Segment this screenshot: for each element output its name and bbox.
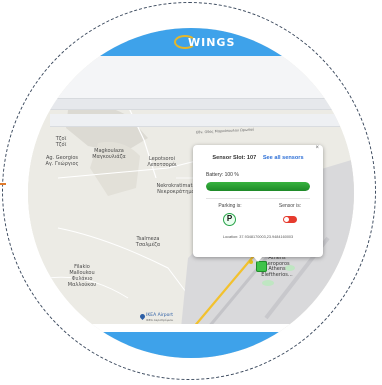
popup-header: Sensor Slot: 107 See all sensors xyxy=(193,155,323,161)
ikea-subtitle: IKEA Αεροδρόμιου xyxy=(146,318,174,322)
brand-name: WINGS xyxy=(188,36,236,49)
see-all-sensors-link[interactable]: See all sensors xyxy=(263,155,304,161)
parking-available-icon: P xyxy=(223,213,236,226)
popup-divider xyxy=(206,198,310,199)
popup-pointer xyxy=(253,256,263,262)
battery-label: Battery: 100 % xyxy=(206,172,239,178)
sensor-marker-icon[interactable] xyxy=(256,261,267,272)
place-label-tzoi: Τζοϊ Τζόϊ xyxy=(55,136,67,148)
battery-bar-fill xyxy=(206,182,310,191)
toolbar-area xyxy=(28,56,354,127)
brand-logo: WINGS xyxy=(174,35,244,53)
sensor-slot-title: Sensor Slot: 107 xyxy=(212,155,257,161)
ring-accent-tick xyxy=(0,183,6,185)
toolbar-bar xyxy=(50,98,340,110)
app-header: WINGS xyxy=(28,28,354,56)
place-label-agios-georgios: Ag. Georgios Αγ. Γεώργιος xyxy=(45,155,79,167)
toggle-knob xyxy=(284,217,289,222)
place-label-magkoulaza: Magkoulaza Μαγκουλιάζα xyxy=(92,148,126,160)
close-icon[interactable]: × xyxy=(315,145,319,151)
app-footer xyxy=(28,332,354,358)
battery-bar xyxy=(206,182,310,191)
parking-label: Parking is: xyxy=(218,203,242,209)
toolbar-bar-secondary xyxy=(50,114,340,127)
place-label-filakio: Filakio Malloukou Φυλάκιο Μαλλούκου xyxy=(67,264,97,288)
ikea-label: IKEA Airport IKEA Αεροδρόμιου xyxy=(146,313,173,323)
place-label-lepotsoroi: Lepotsoroi Λεποτσορόι xyxy=(147,156,177,168)
sensor-label: Sensor is: xyxy=(278,203,302,209)
place-label-tsalmeza: Tsalmeza Τσαλμέζα xyxy=(135,236,161,248)
screenshot-circle: Σπάτα Τζοϊ Τζόϊ Ag. Georgios Αγ. Γεώργιο… xyxy=(28,28,354,358)
sensor-popup: × Sensor Slot: 107 See all sensors Batte… xyxy=(193,145,323,262)
location-text: Location: 37.9348170003,23.9484160003 xyxy=(222,235,294,239)
sensor-toggle[interactable] xyxy=(283,216,297,223)
